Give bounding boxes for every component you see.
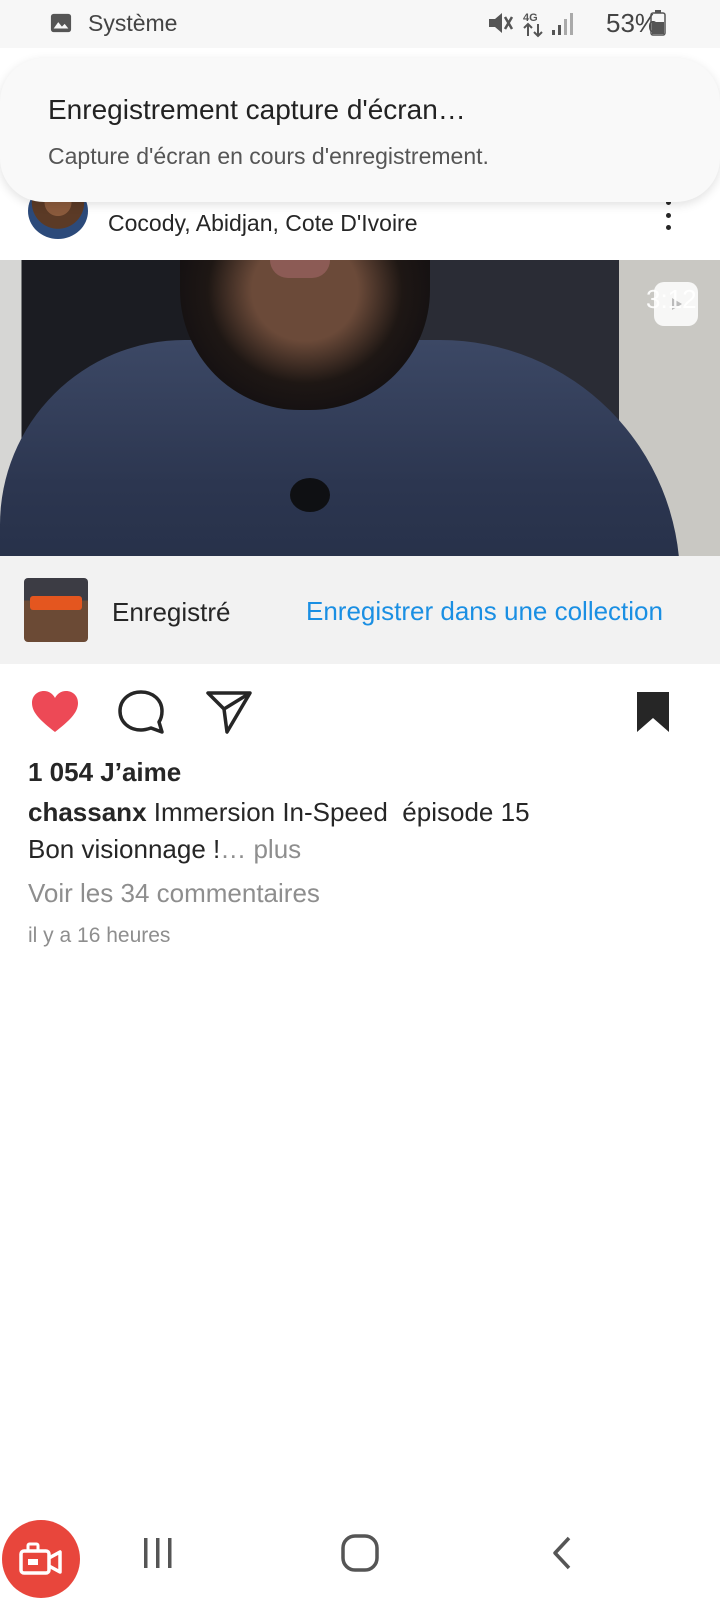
saved-label: Enregistré xyxy=(112,597,231,627)
caption-text-line2: Bon visionnage ! xyxy=(28,834,221,864)
post-timestamp: il y a 16 heures xyxy=(28,924,171,947)
save-to-collection-link[interactable]: Enregistrer dans une collection xyxy=(306,596,663,627)
recent-apps-button[interactable] xyxy=(128,1530,188,1576)
comment-icon xyxy=(118,690,164,734)
caption-line-1: chassanx Immersion In-Speed épisode 15 xyxy=(28,797,530,828)
caption-more-link[interactable]: … plus xyxy=(220,834,301,864)
back-button[interactable] xyxy=(532,1530,592,1576)
view-comments-link[interactable]: Voir les 34 commentaires xyxy=(28,878,320,909)
back-icon xyxy=(553,1536,571,1570)
bookmark-filled-icon xyxy=(637,692,669,732)
more-options-icon[interactable] xyxy=(660,200,676,230)
share-button[interactable] xyxy=(204,688,254,736)
image-icon xyxy=(50,13,72,33)
mute-icon xyxy=(489,13,514,33)
video-person-lips xyxy=(270,260,330,278)
screen-recorder-button[interactable] xyxy=(2,1520,80,1598)
caption-text: Immersion In-Speed épisode 15 xyxy=(146,797,530,827)
post-video[interactable] xyxy=(0,260,720,556)
save-button[interactable] xyxy=(628,688,678,736)
likes-count[interactable]: 1 054 J’aime xyxy=(28,757,181,788)
notification-title: Enregistrement capture d'écran… xyxy=(48,94,466,125)
caption-line-2: Bon visionnage !… plus xyxy=(28,834,301,865)
notification-body: Capture d'écran en cours d'enregistremen… xyxy=(48,143,489,169)
heart-icon xyxy=(32,691,78,732)
svg-text:4G: 4G xyxy=(523,12,538,24)
post-location[interactable]: Cocody, Abidjan, Cote D'Ivoire xyxy=(108,210,418,237)
battery-icon xyxy=(650,10,666,36)
caption-username[interactable]: chassanx xyxy=(28,797,147,827)
video-lapel-mic xyxy=(290,478,330,512)
network-icon: 4G xyxy=(523,12,543,38)
send-icon xyxy=(206,691,252,734)
recent-apps-icon xyxy=(144,1538,172,1568)
notification-app-label: Système xyxy=(88,10,178,36)
saved-thumbnail xyxy=(24,578,88,642)
video-duration: 3:12 xyxy=(646,284,697,314)
like-button[interactable] xyxy=(30,688,80,736)
comment-button[interactable] xyxy=(116,688,166,736)
signal-icon xyxy=(552,13,573,35)
video-camera-icon xyxy=(19,1542,62,1575)
home-icon xyxy=(341,1534,379,1572)
screen-record-notification[interactable] xyxy=(0,58,720,202)
home-button[interactable] xyxy=(330,1530,390,1576)
